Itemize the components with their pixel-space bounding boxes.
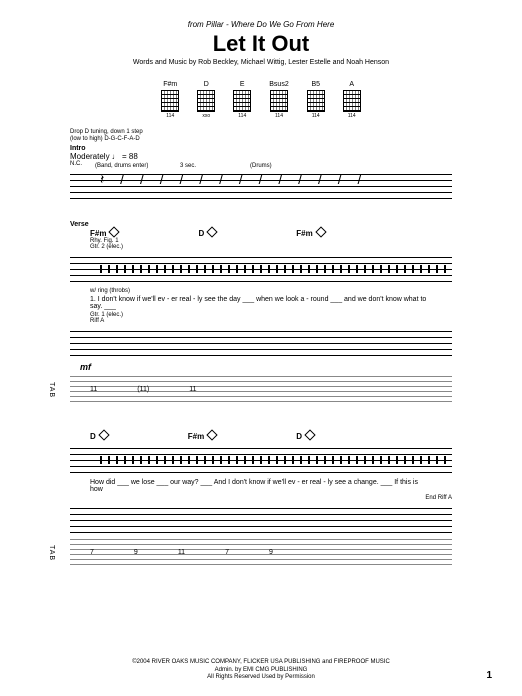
verse-gtr-staff bbox=[70, 328, 452, 358]
chord-row-2: D F#m D bbox=[90, 431, 492, 441]
lyrics-2: How did ___ we lose ___ our way? ___ And… bbox=[90, 479, 432, 493]
intro-staff: (Band, drums enter) 3 sec. (Drums) 𝄽 / /… bbox=[70, 171, 452, 201]
verse-vocal-staff bbox=[70, 254, 452, 284]
diamond-icon bbox=[304, 430, 315, 441]
intro-label: Intro bbox=[70, 145, 492, 152]
diamond-icon bbox=[315, 227, 326, 238]
source-line: from Pillar - Where Do We Go From Here bbox=[30, 20, 492, 29]
copyright-footer: ©2004 RIVER OAKS MUSIC COMPANY, FLICKER … bbox=[0, 659, 522, 681]
verse2-vocal-staff bbox=[70, 445, 452, 475]
song-title: Let It Out bbox=[30, 31, 492, 57]
credits: Words and Music by Rob Beckley, Michael … bbox=[30, 59, 492, 66]
header: from Pillar - Where Do We Go From Here L… bbox=[30, 20, 492, 66]
chord-fsharpm: F#m114 bbox=[161, 81, 179, 119]
verse-tab-2: 7 9 11 7 9 bbox=[70, 539, 452, 569]
sheet-music-page: from Pillar - Where Do We Go From Here L… bbox=[0, 0, 522, 696]
dynamic-mf: mf bbox=[80, 362, 492, 372]
chord-d: Dxxo bbox=[197, 81, 215, 119]
tempo-marking: Moderately ♩ = 88 bbox=[70, 152, 492, 161]
chord-e: E114 bbox=[233, 81, 251, 119]
chord-bsus2: Bsus2114 bbox=[269, 81, 288, 119]
lyrics-1: 1. I don't know if we'll ev - er real - … bbox=[90, 296, 432, 310]
verse2-gtr-staff bbox=[70, 505, 452, 535]
diamond-icon bbox=[207, 227, 218, 238]
diamond-icon bbox=[109, 227, 120, 238]
page-number: 1 bbox=[486, 670, 492, 681]
chord-row-1: F#m D F#m bbox=[90, 228, 492, 238]
tuning-info: Drop D tuning, down 1 step (low to high)… bbox=[70, 129, 492, 143]
chord-b5: B5114 bbox=[307, 81, 325, 119]
verse-label: Verse bbox=[70, 221, 492, 228]
gtr2-label: Gtr. 2 (elec.) bbox=[90, 244, 492, 250]
verse-tab-1: 11 (11) 11 bbox=[70, 376, 452, 406]
chord-a: A114 bbox=[343, 81, 361, 119]
diamond-icon bbox=[207, 430, 218, 441]
chord-diagram-row: F#m114 Dxxo E114 Bsus2114 B5114 A114 bbox=[30, 81, 492, 119]
diamond-icon bbox=[98, 430, 109, 441]
